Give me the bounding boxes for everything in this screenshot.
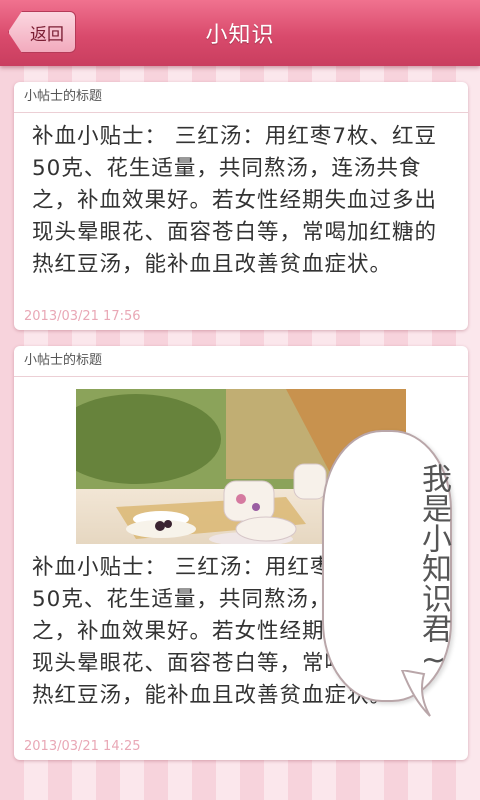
back-button[interactable]: 返回 (8, 11, 76, 53)
tip-card-1[interactable]: 小帖士的标题 补血小贴士： 三红汤：用红枣7枚、红豆50克、花生适量，共同熬汤，… (14, 82, 468, 330)
mascot-speech: 我是小知识君~ (416, 462, 451, 678)
tip-title: 小帖士的标题 (14, 82, 468, 113)
header-bar: 小知识 返回 (0, 0, 480, 66)
tip-timestamp: 2013/03/21 17:56 (24, 309, 141, 324)
tip-timestamp: 2013/03/21 14:25 (24, 739, 141, 754)
tip-title: 小帖士的标题 (14, 346, 468, 377)
tip-body: 补血小贴士： 三红汤：用红枣7枚、红豆50克、花生适量，共同熬汤，连汤共食之，补… (32, 124, 438, 277)
